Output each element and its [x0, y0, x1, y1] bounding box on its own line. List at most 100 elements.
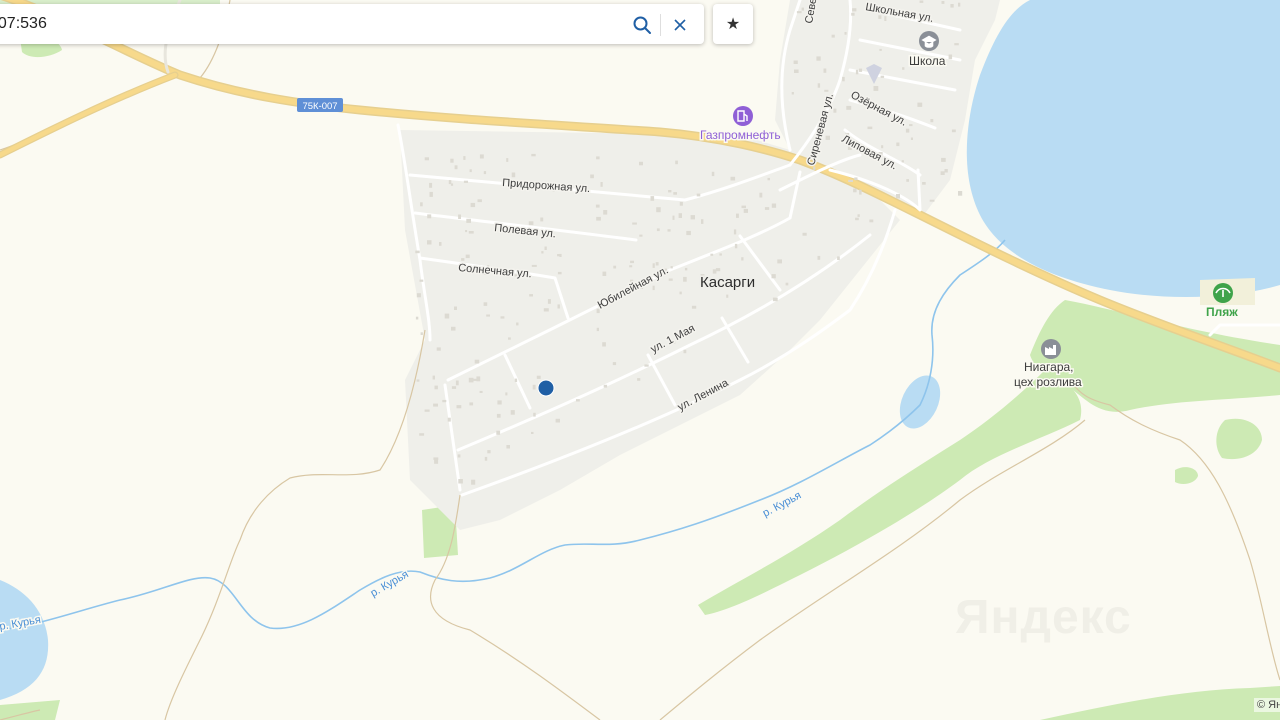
- house-shape: [673, 192, 677, 195]
- house-shape: [802, 232, 807, 236]
- house-shape: [794, 69, 799, 73]
- house-shape: [855, 217, 859, 221]
- house-shape: [630, 260, 634, 264]
- house-shape: [941, 1, 945, 4]
- house-shape: [544, 246, 547, 250]
- house-shape: [531, 153, 536, 157]
- house-shape: [471, 479, 476, 485]
- house-shape: [496, 430, 501, 435]
- settlement-label: Касарги: [700, 274, 755, 291]
- house-shape: [432, 375, 435, 380]
- search-button[interactable]: [629, 12, 655, 38]
- house-shape: [833, 108, 837, 113]
- house-shape: [910, 137, 913, 140]
- house-shape: [433, 403, 438, 407]
- house-shape: [929, 199, 935, 202]
- house-shape: [451, 386, 457, 389]
- house-shape: [600, 182, 603, 187]
- house-shape: [465, 230, 468, 233]
- house-shape: [859, 68, 863, 72]
- house-shape: [456, 405, 462, 409]
- house-shape: [596, 327, 599, 332]
- house-shape: [576, 399, 580, 402]
- house-shape: [859, 189, 862, 195]
- house-shape: [557, 304, 560, 309]
- house-shape: [541, 251, 544, 254]
- house-shape: [873, 86, 879, 91]
- house-shape: [816, 56, 821, 61]
- house-shape: [415, 316, 419, 320]
- house-shape: [743, 208, 748, 213]
- search-icon: [633, 16, 651, 34]
- house-shape: [905, 128, 910, 133]
- house-shape: [683, 276, 687, 282]
- house-shape: [730, 176, 736, 181]
- house-shape: [854, 177, 858, 181]
- house-shape: [726, 294, 729, 298]
- house-shape: [415, 250, 420, 254]
- house-shape: [531, 264, 537, 267]
- house-shape: [701, 219, 704, 224]
- house-shape: [629, 265, 633, 268]
- house-shape: [469, 402, 474, 406]
- house-shape: [678, 213, 682, 218]
- house-shape: [656, 207, 661, 213]
- house-shape: [429, 182, 433, 188]
- house-shape: [764, 207, 770, 210]
- location-marker[interactable]: [537, 379, 555, 397]
- house-shape: [719, 253, 722, 256]
- house-shape: [791, 92, 794, 95]
- house-shape: [632, 222, 637, 225]
- house-shape: [479, 154, 484, 159]
- house-shape: [483, 302, 488, 306]
- house-shape: [447, 417, 451, 422]
- house-shape: [950, 4, 954, 8]
- favorite-button[interactable]: ★: [713, 4, 753, 44]
- house-shape: [451, 326, 456, 331]
- house-shape: [668, 190, 672, 193]
- house-shape: [715, 268, 721, 272]
- house-shape: [444, 313, 450, 319]
- house-shape: [419, 433, 425, 436]
- house-shape: [528, 221, 534, 226]
- house-shape: [468, 377, 474, 383]
- road-badge: 75К-007: [297, 98, 343, 112]
- beach-label: Пляж: [1206, 305, 1238, 319]
- house-shape: [442, 399, 447, 403]
- house-shape: [612, 362, 617, 366]
- house-shape: [454, 306, 457, 310]
- clear-button[interactable]: [667, 12, 693, 38]
- house-shape: [427, 214, 432, 219]
- gas-station-label: Газпромнефть: [700, 128, 781, 142]
- search-input[interactable]: [0, 8, 596, 40]
- house-shape: [696, 193, 701, 197]
- house-shape: [772, 297, 778, 302]
- house-shape: [851, 12, 855, 16]
- house-shape: [842, 76, 845, 82]
- lake: [966, 0, 1280, 297]
- house-shape: [922, 182, 926, 185]
- house-shape: [420, 332, 423, 335]
- house-shape: [831, 34, 835, 38]
- house-shape: [590, 174, 594, 179]
- house-shape: [683, 349, 687, 354]
- house-shape: [532, 384, 536, 390]
- house-shape: [547, 299, 551, 304]
- house-shape: [639, 161, 643, 166]
- house-shape: [796, 11, 802, 14]
- house-shape: [855, 69, 859, 75]
- road-badge-label: 75К-007: [302, 101, 337, 112]
- house-shape: [639, 234, 643, 237]
- house-shape: [853, 188, 857, 193]
- house-shape: [837, 256, 840, 260]
- house-shape: [596, 216, 601, 221]
- search-divider: [660, 14, 661, 36]
- house-shape: [846, 105, 852, 110]
- house-shape: [555, 418, 560, 423]
- house-shape: [667, 229, 671, 232]
- house-shape: [469, 169, 472, 173]
- house-shape: [557, 271, 562, 275]
- house-shape: [771, 274, 776, 279]
- house-shape: [508, 337, 511, 340]
- house-shape: [644, 364, 649, 367]
